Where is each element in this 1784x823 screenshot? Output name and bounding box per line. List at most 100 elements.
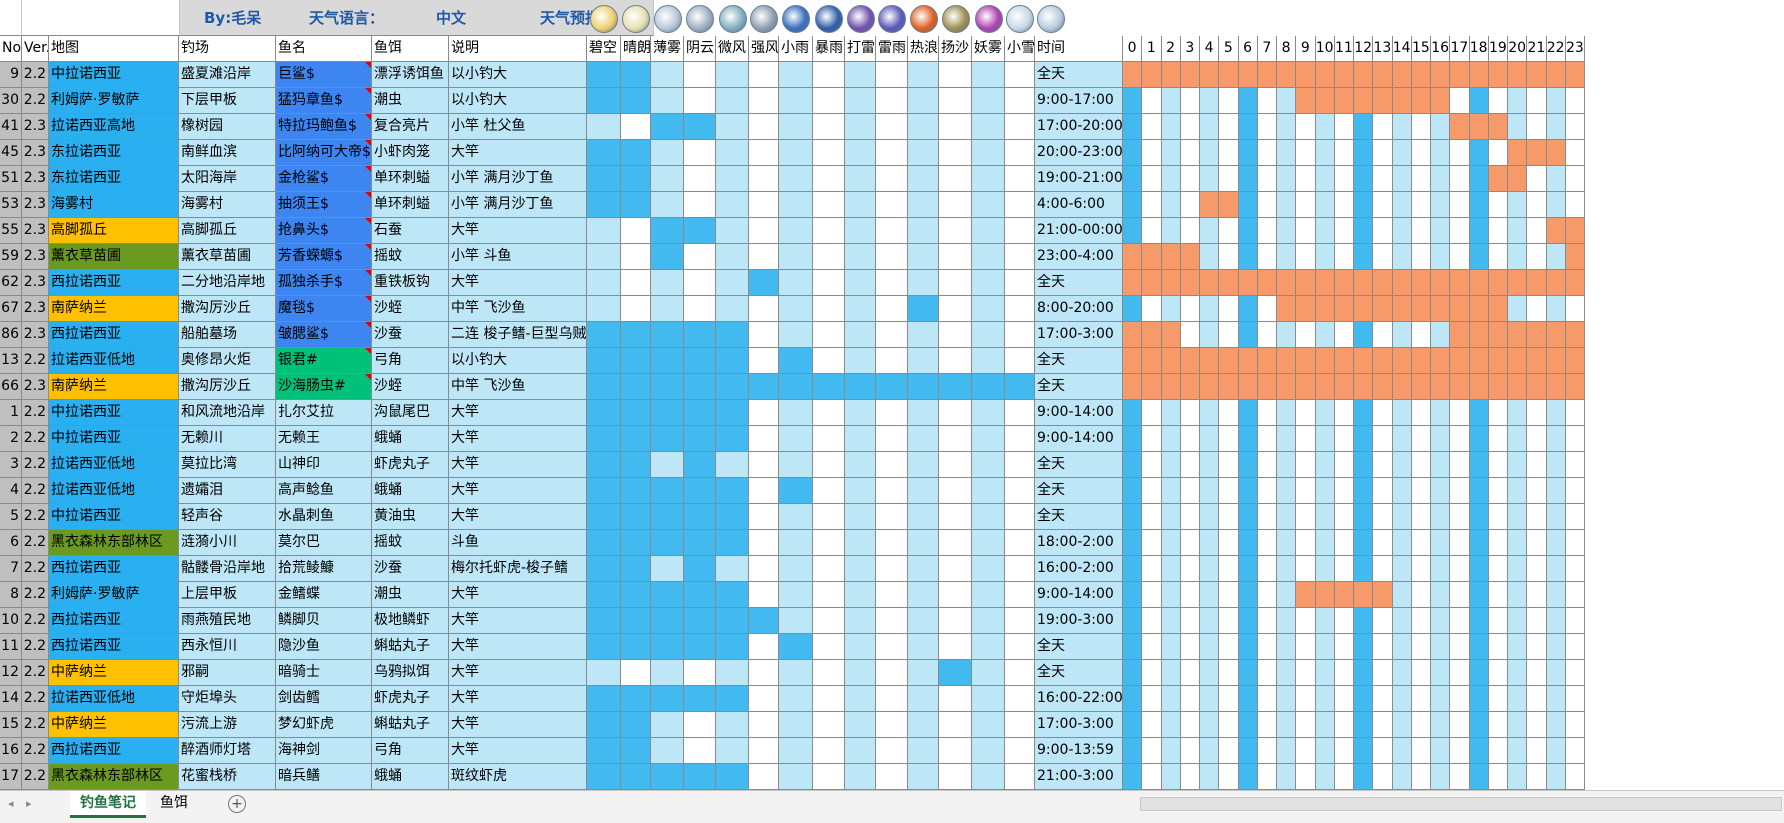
row-number[interactable]: 13 (0, 348, 22, 374)
weather-cell[interactable] (908, 556, 939, 582)
hour-cell[interactable] (1527, 244, 1547, 270)
hour-cell[interactable] (1508, 400, 1528, 426)
hour-cell[interactable] (1123, 660, 1143, 686)
row-number[interactable]: 51 (0, 166, 22, 192)
hour-cell[interactable] (1565, 660, 1585, 686)
weather-cell[interactable] (908, 88, 939, 114)
hour-cell[interactable] (1334, 608, 1354, 634)
weather-cell[interactable] (972, 504, 1005, 530)
weather-cell[interactable] (908, 530, 939, 556)
fish-name-cell[interactable]: 金鳍蝶 (276, 582, 372, 608)
weather-cell[interactable] (749, 738, 779, 764)
weather-cell[interactable] (939, 660, 972, 686)
version-cell[interactable]: 2.3 (22, 374, 49, 400)
row-number[interactable]: 15 (0, 712, 22, 738)
row-number[interactable]: 1 (0, 400, 22, 426)
hour-cell[interactable] (1411, 738, 1431, 764)
weather-cell[interactable] (972, 686, 1005, 712)
hour-cell[interactable] (1334, 764, 1354, 790)
hour-cell[interactable] (1411, 114, 1431, 140)
weather-cell[interactable] (972, 166, 1005, 192)
weather-cell[interactable] (651, 270, 684, 296)
hour-cell[interactable] (1219, 270, 1239, 296)
hour-cell[interactable] (1565, 114, 1585, 140)
weather-cell[interactable] (779, 270, 813, 296)
hour-cell[interactable] (1469, 244, 1489, 270)
hour-cell[interactable] (1257, 270, 1277, 296)
hour-cell[interactable] (1354, 764, 1374, 790)
hour-cell[interactable] (1142, 62, 1162, 88)
fish-name-cell[interactable]: 抢鼻头$ (276, 218, 372, 244)
hour-cell[interactable] (1431, 374, 1451, 400)
weather-cell[interactable] (908, 374, 939, 400)
weather-cell[interactable] (876, 296, 908, 322)
hour-cell[interactable] (1450, 530, 1470, 556)
hour-cell[interactable] (1238, 764, 1258, 790)
hour-cell[interactable] (1142, 374, 1162, 400)
hour-cell[interactable] (1450, 322, 1470, 348)
weather-cell[interactable] (939, 374, 972, 400)
version-cell[interactable]: 2.3 (22, 270, 49, 296)
bait-cell[interactable]: 潮虫 (372, 88, 449, 114)
weather-cell[interactable] (939, 192, 972, 218)
spot-cell[interactable]: 守炬埠头 (179, 686, 276, 712)
bait-cell[interactable]: 漂浮诱饵鱼 (372, 62, 449, 88)
hour-cell[interactable] (1565, 244, 1585, 270)
table-row[interactable]: 14 2.2 拉诺西亚低地 守炬埠头 剑齿鳕 虾虎丸子 大竿 16:00-22:00 (0, 686, 1784, 712)
hour-cell[interactable] (1546, 270, 1566, 296)
hour-cell[interactable] (1469, 296, 1489, 322)
hour-cell[interactable] (1469, 62, 1489, 88)
weather-cell[interactable] (845, 634, 876, 660)
hour-cell[interactable] (1142, 426, 1162, 452)
weather-cell[interactable] (1005, 426, 1035, 452)
hour-cell[interactable] (1392, 530, 1412, 556)
hour-cell[interactable] (1354, 348, 1374, 374)
hour-cell[interactable] (1354, 166, 1374, 192)
hour-cell[interactable] (1411, 88, 1431, 114)
hour-cell[interactable] (1123, 244, 1143, 270)
weather-cell[interactable] (651, 244, 684, 270)
weather-cell[interactable] (684, 634, 716, 660)
fish-name-cell[interactable]: 高声鲶鱼 (276, 478, 372, 504)
hour-cell[interactable] (1431, 556, 1451, 582)
weather-cell[interactable] (684, 322, 716, 348)
weather-cell[interactable] (813, 764, 845, 790)
row-number[interactable]: 86 (0, 322, 22, 348)
hour-cell[interactable] (1469, 556, 1489, 582)
hour-cell[interactable] (1296, 192, 1316, 218)
hour-cell[interactable] (1180, 192, 1200, 218)
hour-cell[interactable] (1315, 114, 1335, 140)
hour-cell[interactable] (1546, 166, 1566, 192)
hour-cell[interactable] (1334, 218, 1354, 244)
weather-cell[interactable] (845, 686, 876, 712)
weather-cell[interactable] (621, 478, 651, 504)
spot-cell[interactable]: 上层甲板 (179, 582, 276, 608)
weather-cell[interactable] (684, 140, 716, 166)
hour-cell[interactable] (1508, 244, 1528, 270)
weather-cell[interactable] (1005, 244, 1035, 270)
hour-cell[interactable] (1411, 218, 1431, 244)
weather-cell[interactable] (749, 556, 779, 582)
hour-cell[interactable] (1296, 322, 1316, 348)
weather-cell[interactable] (621, 452, 651, 478)
weather-cell[interactable] (749, 62, 779, 88)
hour-cell[interactable] (1565, 348, 1585, 374)
hour-cell[interactable] (1354, 504, 1374, 530)
hour-cell[interactable] (1123, 452, 1143, 478)
weather-cell[interactable] (779, 738, 813, 764)
hour-cell[interactable] (1546, 296, 1566, 322)
hour-cell[interactable] (1334, 88, 1354, 114)
hour-cell[interactable] (1296, 608, 1316, 634)
hour-cell[interactable] (1334, 244, 1354, 270)
map-cell[interactable]: 拉诺西亚低地 (49, 348, 179, 374)
spot-cell[interactable]: 花蜜栈桥 (179, 764, 276, 790)
version-cell[interactable]: 2.2 (22, 556, 49, 582)
hour-cell[interactable] (1315, 88, 1335, 114)
weather-cell[interactable] (845, 192, 876, 218)
note-cell[interactable]: 大竿 (449, 686, 587, 712)
hour-cell[interactable] (1277, 426, 1297, 452)
weather-cell[interactable] (813, 244, 845, 270)
hour-cell[interactable] (1488, 426, 1508, 452)
hour-cell[interactable] (1200, 400, 1220, 426)
hour-cell[interactable] (1450, 348, 1470, 374)
